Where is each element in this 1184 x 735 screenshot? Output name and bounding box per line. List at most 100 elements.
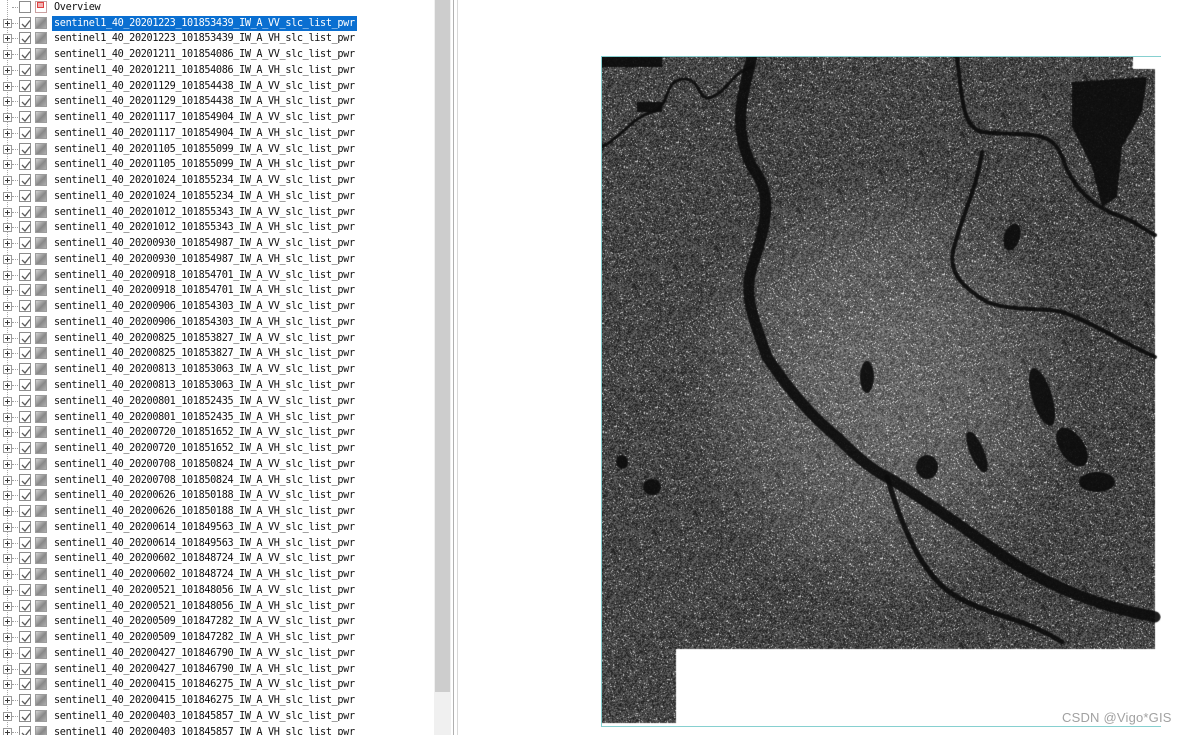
- expand-plus-icon[interactable]: [3, 460, 12, 469]
- expand-plus-icon[interactable]: [3, 145, 12, 154]
- layer-visibility-checkbox[interactable]: [19, 158, 31, 170]
- toc-layer-item[interactable]: sentinel1_40_20200521_101848056_IW_A_VV_…: [0, 583, 434, 598]
- layer-visibility-checkbox[interactable]: [19, 48, 31, 60]
- toc-layer-item[interactable]: sentinel1_40_20200918_101854701_IW_A_VV_…: [0, 268, 434, 283]
- toc-layer-item[interactable]: sentinel1_40_20200906_101854303_IW_A_VH_…: [0, 315, 434, 330]
- expand-plus-icon[interactable]: [3, 82, 12, 91]
- layer-visibility-checkbox[interactable]: [19, 631, 31, 643]
- layer-visibility-checkbox[interactable]: [19, 379, 31, 391]
- expand-plus-icon[interactable]: [3, 113, 12, 122]
- layer-visibility-checkbox[interactable]: [19, 111, 31, 123]
- toc-layer-item[interactable]: sentinel1_40_20200602_101848724_IW_A_VH_…: [0, 567, 434, 582]
- layer-visibility-checkbox[interactable]: [19, 347, 31, 359]
- toc-layer-item[interactable]: sentinel1_40_20200720_101851652_IW_A_VH_…: [0, 441, 434, 456]
- expand-plus-icon[interactable]: [3, 129, 12, 138]
- toc-layer-item[interactable]: sentinel1_40_20201223_101853439_IW_A_VH_…: [0, 31, 434, 46]
- toc-layer-item[interactable]: sentinel1_40_20200906_101854303_IW_A_VV_…: [0, 299, 434, 314]
- layer-visibility-checkbox[interactable]: [19, 143, 31, 155]
- toc-layer-item[interactable]: sentinel1_40_20200415_101846275_IW_A_VV_…: [0, 677, 434, 692]
- layer-visibility-checkbox[interactable]: [19, 726, 31, 735]
- expand-plus-icon[interactable]: [3, 318, 12, 327]
- expand-plus-icon[interactable]: [3, 271, 12, 280]
- layer-visibility-checkbox[interactable]: [19, 442, 31, 454]
- toc-layer-item[interactable]: sentinel1_40_20201211_101854086_IW_A_VH_…: [0, 63, 434, 78]
- toc-layer-item[interactable]: sentinel1_40_20200626_101850188_IW_A_VV_…: [0, 488, 434, 503]
- expand-plus-icon[interactable]: [3, 444, 12, 453]
- toc-layer-item[interactable]: sentinel1_40_20201129_101854438_IW_A_VH_…: [0, 94, 434, 109]
- layer-visibility-checkbox[interactable]: [19, 32, 31, 44]
- layer-visibility-checkbox[interactable]: [19, 489, 31, 501]
- layer-visibility-checkbox[interactable]: [19, 174, 31, 186]
- layer-visibility-checkbox[interactable]: [19, 647, 31, 659]
- toc-layer-item[interactable]: sentinel1_40_20200403_101845857_IW_A_VH_…: [0, 725, 434, 735]
- expand-plus-icon[interactable]: [3, 680, 12, 689]
- toc-layer-item[interactable]: sentinel1_40_20200813_101853063_IW_A_VH_…: [0, 378, 434, 393]
- toc-layer-item[interactable]: sentinel1_40_20200509_101847282_IW_A_VV_…: [0, 614, 434, 629]
- toc-layer-item[interactable]: sentinel1_40_20200708_101850824_IW_A_VV_…: [0, 457, 434, 472]
- layer-visibility-checkbox[interactable]: [19, 269, 31, 281]
- expand-plus-icon[interactable]: [3, 192, 12, 201]
- toc-layer-item[interactable]: sentinel1_40_20200427_101846790_IW_A_VV_…: [0, 646, 434, 661]
- expand-plus-icon[interactable]: [3, 570, 12, 579]
- expand-plus-icon[interactable]: [3, 649, 12, 658]
- toc-layer-item[interactable]: sentinel1_40_20200825_101853827_IW_A_VH_…: [0, 346, 434, 361]
- expand-plus-icon[interactable]: [3, 397, 12, 406]
- expand-plus-icon[interactable]: [3, 696, 12, 705]
- expand-plus-icon[interactable]: [3, 586, 12, 595]
- layer-visibility-checkbox[interactable]: [19, 521, 31, 533]
- layer-visibility-checkbox[interactable]: [19, 615, 31, 627]
- layer-visibility-checkbox[interactable]: [19, 426, 31, 438]
- toc-layer-item[interactable]: sentinel1_40_20201024_101855234_IW_A_VV_…: [0, 173, 434, 188]
- toc-layer-item[interactable]: sentinel1_40_20200918_101854701_IW_A_VH_…: [0, 283, 434, 298]
- layer-visibility-checkbox[interactable]: [19, 678, 31, 690]
- toc-layer-item[interactable]: sentinel1_40_20201117_101854904_IW_A_VH_…: [0, 126, 434, 141]
- sar-raster-image[interactable]: [602, 57, 1161, 726]
- layer-visibility-checkbox[interactable]: [19, 584, 31, 596]
- layer-visibility-checkbox[interactable]: [19, 221, 31, 233]
- expand-plus-icon[interactable]: [3, 539, 12, 548]
- layer-visibility-checkbox[interactable]: [19, 80, 31, 92]
- expand-plus-icon[interactable]: [3, 349, 12, 358]
- layer-visibility-checkbox[interactable]: [19, 694, 31, 706]
- expand-plus-icon[interactable]: [3, 413, 12, 422]
- layer-visibility-checkbox[interactable]: [19, 237, 31, 249]
- toc-layer-item[interactable]: sentinel1_40_20200614_101849563_IW_A_VV_…: [0, 520, 434, 535]
- layer-visibility-checkbox[interactable]: [19, 64, 31, 76]
- layer-visibility-checkbox[interactable]: [19, 206, 31, 218]
- expand-plus-icon[interactable]: [3, 381, 12, 390]
- layer-visibility-checkbox[interactable]: [19, 663, 31, 675]
- layer-visibility-checkbox[interactable]: [19, 17, 31, 29]
- toc-layer-item[interactable]: sentinel1_40_20200602_101848724_IW_A_VV_…: [0, 551, 434, 566]
- scrollbar-thumb[interactable]: [435, 0, 450, 692]
- toc-layer-item[interactable]: sentinel1_40_20200825_101853827_IW_A_VV_…: [0, 331, 434, 346]
- layer-visibility-checkbox[interactable]: [19, 253, 31, 265]
- toc-layer-item[interactable]: sentinel1_40_20200930_101854987_IW_A_VH_…: [0, 252, 434, 267]
- expand-plus-icon[interactable]: [3, 66, 12, 75]
- expand-plus-icon[interactable]: [3, 97, 12, 106]
- layer-visibility-checkbox[interactable]: [19, 316, 31, 328]
- expand-plus-icon[interactable]: [3, 712, 12, 721]
- layer-visibility-checkbox[interactable]: [19, 600, 31, 612]
- toc-layer-item[interactable]: sentinel1_40_20200614_101849563_IW_A_VH_…: [0, 536, 434, 551]
- layer-visibility-checkbox[interactable]: [19, 284, 31, 296]
- toc-layer-item[interactable]: sentinel1_40_20200801_101852435_IW_A_VV_…: [0, 394, 434, 409]
- toc-layer-item[interactable]: sentinel1_40_20200801_101852435_IW_A_VH_…: [0, 410, 434, 425]
- layer-visibility-checkbox[interactable]: [19, 395, 31, 407]
- toc-layer-item[interactable]: sentinel1_40_20201105_101855099_IW_A_VH_…: [0, 157, 434, 172]
- toc-layer-item[interactable]: sentinel1_40_20201012_101855343_IW_A_VH_…: [0, 220, 434, 235]
- layer-visibility-checkbox[interactable]: [19, 95, 31, 107]
- layer-visibility-checkbox[interactable]: [19, 300, 31, 312]
- expand-plus-icon[interactable]: [3, 554, 12, 563]
- toc-layer-item[interactable]: sentinel1_40_20200521_101848056_IW_A_VH_…: [0, 599, 434, 614]
- expand-plus-icon[interactable]: [3, 334, 12, 343]
- toc-layer-item[interactable]: sentinel1_40_20200427_101846790_IW_A_VH_…: [0, 662, 434, 677]
- toc-layer-item[interactable]: sentinel1_40_20201105_101855099_IW_A_VV_…: [0, 142, 434, 157]
- toc-layer-item[interactable]: sentinel1_40_20201223_101853439_IW_A_VV_…: [0, 16, 434, 31]
- toc-item-overview[interactable]: Overview: [0, 0, 434, 15]
- overview-checkbox[interactable]: [19, 1, 31, 13]
- toc-layer-item[interactable]: sentinel1_40_20200930_101854987_IW_A_VV_…: [0, 236, 434, 251]
- layer-visibility-checkbox[interactable]: [19, 552, 31, 564]
- layer-visibility-checkbox[interactable]: [19, 127, 31, 139]
- expand-plus-icon[interactable]: [3, 208, 12, 217]
- expand-plus-icon[interactable]: [3, 160, 12, 169]
